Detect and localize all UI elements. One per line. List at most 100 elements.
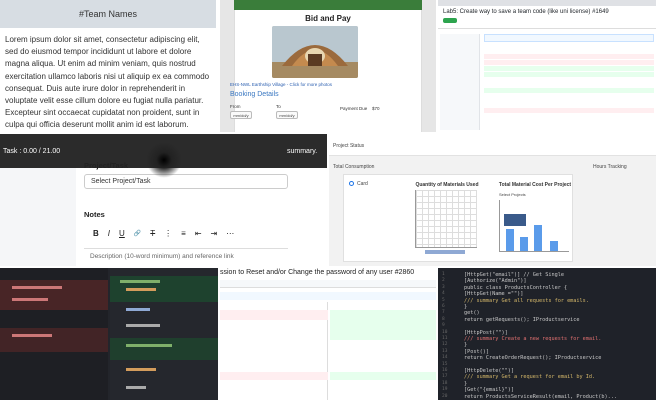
booking-details-heading: Booking Details [230,91,279,98]
chart1-legend [425,250,465,254]
from-date-field[interactable]: mm/dd/y [230,111,252,119]
timelog-form-screenshot: Task : 0.00 / 21.00 summary. Project/Tas… [0,134,327,266]
line-number: 11 [442,336,448,341]
list-icon[interactable]: ⋮ [164,229,172,238]
code-line: /// summary Create a new requests for em… [464,336,602,342]
bar [550,241,558,251]
site-header-bar [234,0,422,10]
code-line: return ProductsServiceResult(email, Prod… [464,393,618,400]
italic-button[interactable]: I [108,229,110,238]
bold-button[interactable]: B [93,229,99,238]
dashboard-heading: Project Status [333,143,365,149]
code-line: [HttpGet(Name ="")] [464,291,524,298]
line-number: 2 [442,278,445,284]
code-line: /// summary Get a request for email by I… [464,374,596,381]
tab-bar [220,280,436,288]
code-line: } [464,304,468,310]
total-consumption-label: Total Consumption [333,164,375,170]
code-line: } [464,342,468,349]
line-number: 15 [442,361,448,367]
diff-screenshot: ssion to Reset and/or Change the passwor… [220,268,436,400]
strikethrough-button[interactable]: T [150,229,155,238]
file-tree [440,34,480,130]
code-line: [HttpPost("")] [464,329,508,336]
team-names-header: #Team Names [0,0,216,28]
code-line: return CreateOrderRequest(); IProductser… [464,355,602,362]
hours-tracking-label: Hours Tracking [593,164,627,170]
photo-caption-link[interactable]: EHS-NWL Earthship Village - Click for mo… [230,82,332,87]
code-line: [HttpDelete("")] [464,368,514,374]
project-status-dashboard: Project Status Total Consumption Hours T… [329,134,656,266]
description-field[interactable]: Description (10-word minimum) and refere… [84,248,288,266]
bar [520,237,528,251]
line-number: 10 [442,329,448,335]
line-number: 14 [442,355,448,361]
code-line: [Post()] [464,348,489,355]
more-icon[interactable]: ⋯ [226,229,234,238]
code-line: [HttpGet("email")] // Get Single [464,272,564,278]
to-label: To [276,104,281,109]
code-editor-screenshot-1 [0,268,218,400]
notes-label: Notes [84,210,105,219]
line-number: 16 [442,368,448,373]
bar [506,229,514,251]
task-hours: Task : 0.00 / 21.00 [3,148,61,155]
outdent-icon[interactable]: ⇤ [195,229,202,238]
pr-title: Lab5: Create way to save a team code (li… [443,9,609,15]
diff-file-header [220,292,436,300]
card-radio[interactable] [349,181,354,186]
earthship-photo[interactable] [272,26,358,78]
open-badge [443,18,457,23]
editor-toolbar: B I U 🔗 T ⋮ ≡ ⇤ ⇥ ⋯ [84,224,288,242]
line-number: 13 [442,348,448,354]
team-names-panel: #Team Names Lorem ipsum dolor sit amet, … [0,0,218,132]
payment-due-value: $70 [372,106,380,111]
code-line: [Authorize("Admin")] [464,278,527,285]
chart2-title: Total Material Cost Per Project [498,182,572,188]
line-number: 4 [442,291,445,297]
chart2-area [499,200,569,252]
line-number: 19 [442,387,448,393]
code-line: return getRequests(); IProductservice [464,316,580,323]
ordered-list-icon[interactable]: ≡ [181,229,186,238]
github-pr-screenshot: Lab5: Create way to save a team code (li… [438,0,656,132]
line-number: 18 [442,380,448,386]
link-icon[interactable]: 🔗 [134,230,141,237]
issue-title: ssion to Reset and/or Change the passwor… [220,269,415,276]
payment-due-label: Payment Due [340,106,368,111]
card-label: Card [357,181,368,187]
project-task-select[interactable]: Select Project/Task [84,174,288,189]
chart1-grid [415,190,477,248]
chart1-title: Quantity of Materials Used [415,182,479,188]
code-editor-screenshot-2: 1 [HttpGet("email")] // Get Single 2 [Autho… [438,268,656,400]
line-number: 20 [442,393,448,399]
from-label: From [230,104,241,109]
underline-button[interactable]: U [119,229,125,238]
line-number: 7 [442,310,445,316]
chart-tooltip [504,214,526,226]
ink-blot [146,142,182,178]
line-number: 6 [442,304,445,309]
indent-icon[interactable]: ⇥ [211,229,218,238]
line-number: 3 [442,284,445,290]
code-line: /// summary Get all requests for emails. [464,297,589,304]
to-date-field[interactable]: mm/dd/y [276,111,298,119]
project-task-label: Project/Task [84,161,129,170]
lorem-text: Lorem ipsum dolor sit amet, consectetur … [5,35,210,130]
code-line: [Get("{email}")] [464,387,514,394]
select-projects-filter[interactable]: Select Projects [499,192,526,197]
bid-title: Bid and Pay [305,14,351,23]
bid-and-pay-screenshot: Bid and Pay EHS-NWL Earthship Village - … [220,0,436,132]
line-number: 9 [442,323,445,329]
bar [534,225,542,251]
line-number: 12 [442,342,448,348]
line-number: 17 [442,374,448,380]
code-line: public class ProductsController { [464,284,568,291]
line-number: 5 [442,297,445,303]
line-number: 1 [442,272,445,277]
summary-text: summary. [287,148,318,155]
diff-header [484,34,654,42]
code-line: } [464,380,468,387]
code-line: get() [464,310,480,317]
line-number: 8 [442,316,445,322]
